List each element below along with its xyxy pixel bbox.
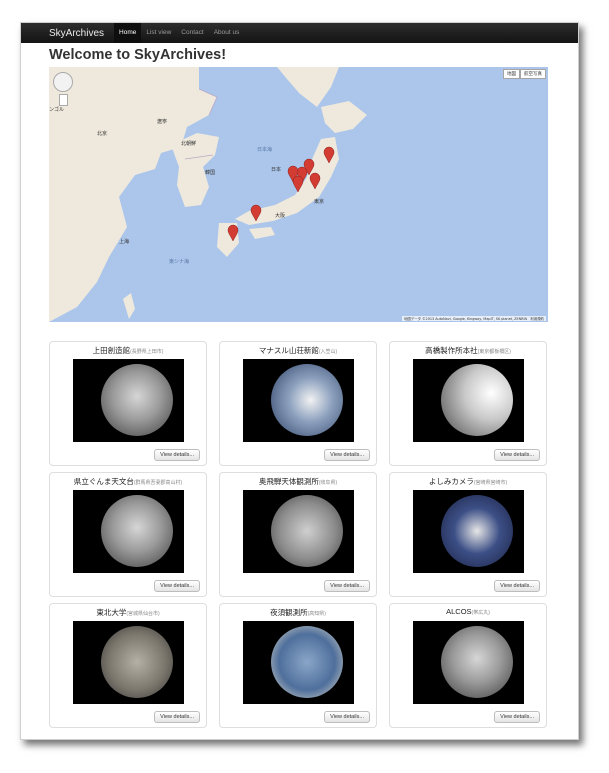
sky-thumbnail[interactable] (73, 490, 184, 573)
camera-card-title[interactable]: よしみカメラ(宮崎県宮崎市) (390, 476, 546, 487)
camera-name: 奥飛騨天体観測所 (258, 477, 319, 486)
browser-page: SkyArchives Home List view Contact About… (20, 22, 579, 740)
camera-card: 夜須観測所(高知県) View details... (219, 603, 377, 728)
camera-card-title[interactable]: ALCOS(帯広丸) (390, 607, 546, 616)
camera-card-title[interactable]: 夜須観測所(高知県) (220, 607, 376, 618)
all-sky-image (441, 364, 513, 436)
camera-name: よしみカメラ (428, 477, 474, 486)
camera-card-title[interactable]: 上田創造館(長野県上田市) (50, 345, 206, 356)
map-view[interactable]: 日本 韓国 北朝鮮 日本海 東シナ海 東京 大阪 上海 北京 遼寧 ンゴル 地図… (49, 67, 548, 322)
map-label-shanghai: 上海 (119, 238, 129, 245)
view-details-button[interactable]: View details... (324, 449, 370, 461)
view-details-button[interactable]: View details... (154, 449, 200, 461)
all-sky-image (441, 495, 513, 567)
all-sky-image (271, 626, 343, 698)
map-label-mongolia: ンゴル (49, 106, 64, 113)
camera-card: ALCOS(帯広丸) View details... (389, 603, 547, 728)
map-type-toggle: 地図 航空写真 (503, 69, 546, 79)
camera-card: よしみカメラ(宮崎県宮崎市) View details... (389, 472, 547, 597)
map-zoom-control[interactable] (59, 94, 68, 106)
map-label-korea: 韓国 (205, 169, 215, 176)
map-pan-control[interactable] (53, 72, 73, 92)
sky-thumbnail[interactable] (413, 621, 524, 704)
sky-thumbnail[interactable] (243, 359, 354, 442)
view-details-button[interactable]: View details... (324, 711, 370, 723)
camera-card: マナスル山荘新館(入笠山) View details... (219, 341, 377, 466)
camera-location: (入笠山) (318, 349, 338, 355)
map-type-satellite-button[interactable]: 航空写真 (520, 69, 546, 79)
camera-card: 東北大学(宮城県仙台市) View details... (49, 603, 207, 728)
camera-name: 東北大学 (96, 608, 127, 617)
all-sky-image (271, 495, 343, 567)
nav-home[interactable]: Home (114, 23, 142, 43)
camera-card-title[interactable]: 県立ぐんま天文台(群馬県吾妻郡高山村) (50, 476, 206, 487)
camera-card: 奥飛騨天体観測所(岐阜県) View details... (219, 472, 377, 597)
map-label-east-china-sea: 東シナ海 (169, 258, 189, 265)
camera-location: (岐阜県) (318, 480, 338, 486)
brand-link[interactable]: SkyArchives (49, 28, 104, 39)
nav-contact[interactable]: Contact (176, 23, 208, 43)
camera-card-title[interactable]: マナスル山荘新館(入笠山) (220, 345, 376, 356)
nav-about-us[interactable]: About us (209, 23, 245, 43)
map-attribution: 地図データ ©2013 AutoNavi, Google, Kingway, M… (402, 316, 546, 321)
all-sky-image (441, 626, 513, 698)
camera-card-title[interactable]: 東北大学(宮城県仙台市) (50, 607, 206, 618)
camera-location: (宮城県仙台市) (126, 611, 160, 617)
sky-thumbnail[interactable] (413, 359, 524, 442)
view-details-button[interactable]: View details... (494, 580, 540, 592)
sky-thumbnail[interactable] (413, 490, 524, 573)
camera-name: 夜須観測所 (270, 608, 308, 617)
top-navbar: SkyArchives Home List view Contact About… (21, 23, 578, 43)
camera-name: 県立ぐんま天文台 (73, 477, 134, 486)
camera-card: 上田創造館(長野県上田市) View details... (49, 341, 207, 466)
camera-location: (長野県上田市) (130, 349, 164, 355)
all-sky-image (101, 626, 173, 698)
page-title: Welcome to SkyArchives! (49, 47, 227, 63)
map-label-japan: 日本 (271, 166, 281, 173)
view-details-button[interactable]: View details... (494, 449, 540, 461)
camera-name: ALCOS (446, 607, 472, 616)
map-canvas: 日本 韓国 北朝鮮 日本海 東シナ海 東京 大阪 上海 北京 遼寧 ンゴル (49, 67, 367, 322)
camera-location: (群馬県吾妻郡高山村) (133, 480, 183, 486)
all-sky-image (101, 495, 173, 567)
map-label-sea-of-japan: 日本海 (257, 146, 272, 153)
camera-location: (高知県) (307, 611, 326, 617)
view-details-button[interactable]: View details... (494, 711, 540, 723)
all-sky-image (271, 364, 343, 436)
map-label-osaka: 大阪 (275, 212, 285, 219)
nav-list-view[interactable]: List view (141, 23, 176, 43)
sky-thumbnail[interactable] (73, 621, 184, 704)
map-type-roadmap-button[interactable]: 地図 (503, 69, 520, 79)
camera-location: (帯広丸) (471, 610, 490, 616)
camera-name: 高橋製作所本社 (425, 346, 478, 355)
camera-card: 県立ぐんま天文台(群馬県吾妻郡高山村) View details... (49, 472, 207, 597)
map-label-liaoning: 遼寧 (157, 118, 167, 125)
map-label-tokyo: 東京 (314, 198, 324, 205)
view-details-button[interactable]: View details... (324, 580, 370, 592)
camera-location: (宮崎県宮崎市) (473, 480, 508, 486)
map-label-beijing: 北京 (97, 130, 107, 137)
sky-thumbnail[interactable] (243, 621, 354, 704)
camera-location: (東京都板橋区) (477, 349, 511, 355)
camera-card-title[interactable]: 奥飛騨天体観測所(岐阜県) (220, 476, 376, 487)
camera-card: 高橋製作所本社(東京都板橋区) View details... (389, 341, 547, 466)
sky-thumbnail[interactable] (243, 490, 354, 573)
view-details-button[interactable]: View details... (154, 711, 200, 723)
view-details-button[interactable]: View details... (154, 580, 200, 592)
map-label-north-korea: 北朝鮮 (181, 140, 196, 147)
all-sky-image (101, 364, 173, 436)
camera-card-title[interactable]: 高橋製作所本社(東京都板橋区) (390, 345, 546, 356)
sky-thumbnail[interactable] (73, 359, 184, 442)
camera-name: マナスル山荘新館 (258, 346, 319, 355)
camera-name: 上田創造館 (92, 346, 131, 355)
